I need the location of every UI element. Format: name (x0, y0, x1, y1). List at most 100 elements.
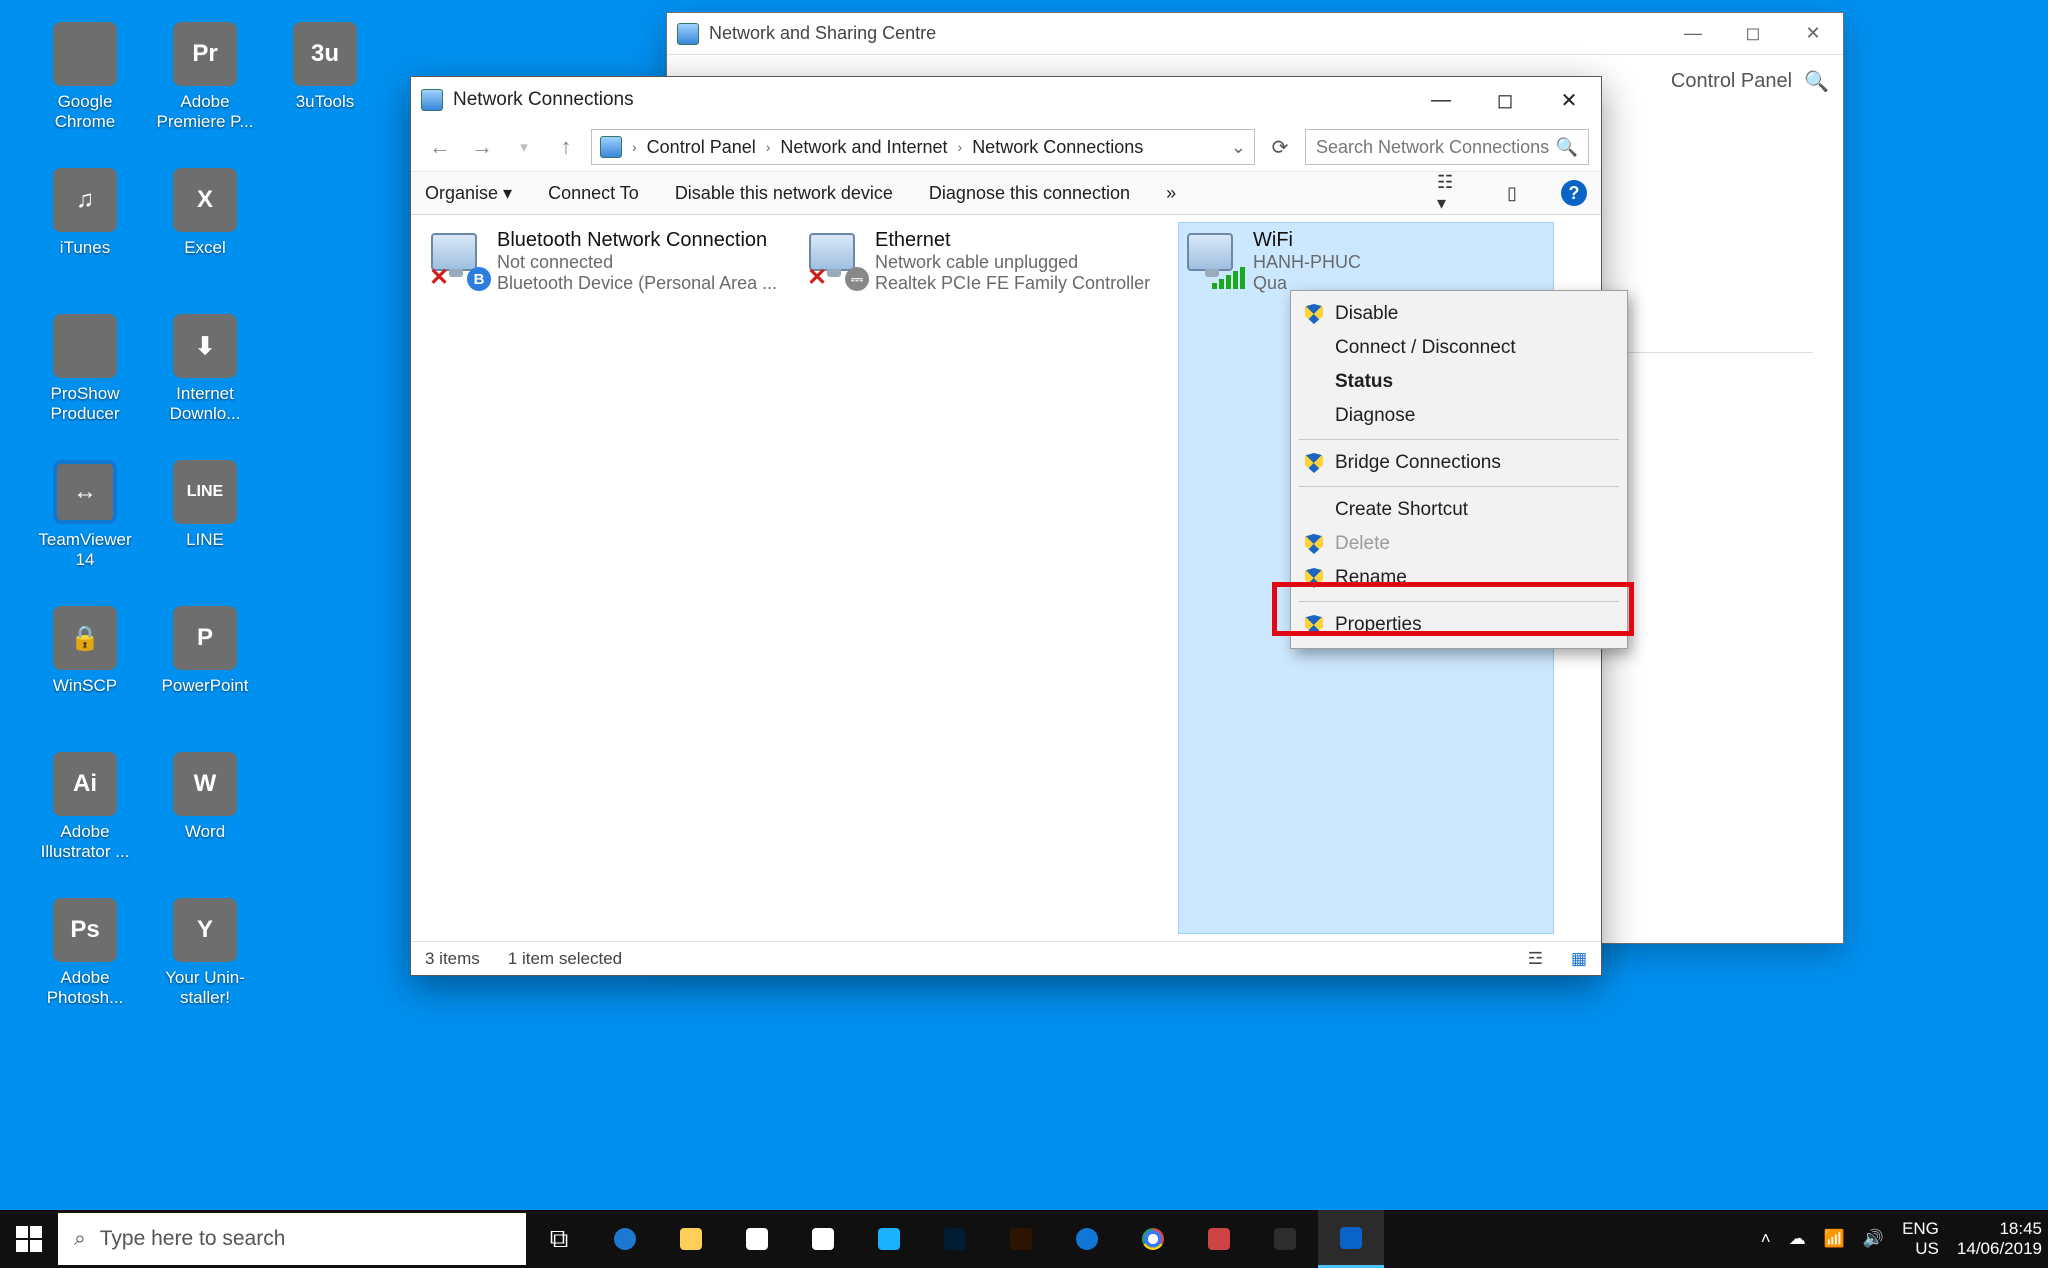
cmd-icon (1274, 1228, 1296, 1250)
taskbar-app-controlpanel[interactable] (1318, 1210, 1384, 1268)
menu-item-status[interactable]: Status (1293, 365, 1625, 399)
connect-to-button[interactable]: Connect To (548, 183, 639, 204)
shield-icon (1305, 304, 1323, 324)
search-icon[interactable]: 🔍 (1556, 137, 1578, 158)
desktop-icon-winscp[interactable]: 🔒WinSCP (30, 606, 140, 696)
maximize-button[interactable]: ◻ (1473, 77, 1537, 123)
desktop-icon-illustrator[interactable]: Ai Adobe Illustrator ... (30, 752, 140, 863)
breadcrumb-seg[interactable]: Network Connections (972, 137, 1143, 158)
tray-clock[interactable]: 18:45 14/06/2019 (1957, 1219, 2042, 1258)
titlebar: Network and Sharing Centre — ◻ ✕ (667, 13, 1843, 55)
ns-icon (677, 23, 699, 45)
desktop-icon-proshow[interactable]: ProShow Producer (30, 314, 140, 425)
tray-language[interactable]: ENG US (1902, 1219, 1939, 1258)
preview-pane-button[interactable]: ▯ (1499, 180, 1525, 206)
shield-icon (1305, 615, 1323, 635)
connection-icon (1185, 229, 1245, 289)
search-placeholder: Type here to search (100, 1227, 286, 1251)
desktop-icon-photoshop[interactable]: PsAdobe Photosh... (30, 898, 140, 1009)
context-menu: Disable Connect / Disconnect Status Diag… (1290, 290, 1628, 649)
menu-item-create-shortcut[interactable]: Create Shortcut (1293, 493, 1625, 527)
bluetooth-icon: B (467, 267, 491, 291)
close-button[interactable]: ✕ (1537, 77, 1601, 123)
help-button[interactable]: ? (1561, 180, 1587, 206)
start-button[interactable] (0, 1210, 58, 1268)
path-dropdown-button[interactable]: ⌄ (1231, 137, 1246, 158)
breadcrumb-seg[interactable]: Network and Internet (780, 137, 947, 158)
disconnected-icon: ✕ (429, 269, 449, 289)
nav-forward-button[interactable]: → (465, 130, 499, 164)
icon-label: LINE (186, 530, 224, 550)
desktop-icon-idm[interactable]: ⬇Internet Downlo... (150, 314, 260, 425)
desktop-icon-itunes[interactable]: ♫iTunes (30, 168, 140, 258)
organise-menu[interactable]: Organise ▾ (425, 183, 512, 204)
menu-item-diagnose[interactable]: Diagnose (1293, 399, 1625, 433)
desktop-icon-premiere[interactable]: PrAdobe Premiere P... (150, 22, 260, 133)
menu-item-rename[interactable]: Rename (1293, 561, 1625, 595)
nav-back-button[interactable]: ← (423, 130, 457, 164)
connection-item-bluetooth[interactable]: ✕ B Bluetooth Network Connection Not con… (423, 223, 797, 933)
desktop-icon-excel[interactable]: XExcel (150, 168, 260, 258)
taskbar-app-illustrator[interactable] (988, 1210, 1054, 1268)
details-view-button[interactable]: ☲ (1528, 949, 1543, 969)
titlebar[interactable]: Network Connections — ◻ ✕ (411, 77, 1601, 123)
desktop-icon-word[interactable]: WWord (150, 752, 260, 842)
task-view-button[interactable]: ⧉ (526, 1210, 592, 1268)
minimize-button[interactable]: — (1409, 77, 1473, 123)
teamviewer-icon (1076, 1228, 1098, 1250)
taskbar-app-mail[interactable] (790, 1210, 856, 1268)
connection-item-ethernet[interactable]: ✕ ⎓ Ethernet Network cable unplugged Rea… (801, 223, 1175, 933)
desktop-icon-line[interactable]: LINELINE (150, 460, 260, 550)
window-title: Network and Sharing Centre (709, 23, 936, 44)
icon-label: Adobe Illustrator ... (30, 822, 140, 863)
maximize-button[interactable]: ◻ (1723, 13, 1783, 55)
nav-up-button[interactable]: ↑ (549, 130, 583, 164)
taskbar-search[interactable]: ⌕ Type here to search (58, 1213, 526, 1265)
taskbar-app-snagit[interactable] (1186, 1210, 1252, 1268)
menu-item-delete: Delete (1293, 527, 1625, 561)
tray-overflow-button[interactable]: ˄ (1761, 1229, 1771, 1249)
taskbar-app-cmd[interactable] (1252, 1210, 1318, 1268)
taskbar-app-store[interactable] (724, 1210, 790, 1268)
premiere-icon: Pr (173, 22, 237, 86)
view-options-button[interactable]: ☷ ▾ (1437, 180, 1463, 206)
taskbar-app-explorer[interactable] (658, 1210, 724, 1268)
taskbar-app-photoshop[interactable] (922, 1210, 988, 1268)
tray-volume-icon[interactable]: 🔊 (1863, 1229, 1884, 1249)
teamviewer-icon: ↔ (53, 460, 117, 524)
illustrator-icon: Ai (53, 752, 117, 816)
tray-onedrive-icon[interactable]: ☁ (1789, 1229, 1806, 1249)
diagnose-button[interactable]: Diagnose this connection (929, 183, 1130, 204)
windows-icon (16, 1226, 42, 1252)
disable-device-button[interactable]: Disable this network device (675, 183, 893, 204)
tray-network-icon[interactable]: 📶 (1824, 1229, 1845, 1249)
menu-item-disable[interactable]: Disable (1293, 297, 1625, 331)
photoshop-icon: Ps (53, 898, 117, 962)
desktop-icon-teamviewer[interactable]: ↔TeamViewer 14 (30, 460, 140, 571)
menu-separator (1299, 486, 1619, 487)
minimize-button[interactable]: — (1663, 13, 1723, 55)
icons-view-button[interactable]: ▦ (1571, 949, 1587, 969)
taskbar-app-edge[interactable] (592, 1210, 658, 1268)
breadcrumb-seg[interactable]: Control Panel (647, 137, 756, 158)
search-box[interactable]: Search Network Connections 🔍 (1305, 129, 1589, 165)
menu-item-connect-disconnect[interactable]: Connect / Disconnect (1293, 331, 1625, 365)
store-icon (746, 1228, 768, 1250)
search-icon[interactable]: 🔍 (1804, 69, 1829, 94)
taskbar-app-chrome[interactable] (1120, 1210, 1186, 1268)
desktop-icon-chrome[interactable]: Google Chrome (30, 22, 140, 133)
desktop-icon-powerpoint[interactable]: PPowerPoint (150, 606, 260, 696)
menu-item-bridge[interactable]: Bridge Connections (1293, 446, 1625, 480)
icon-label: Your Unin-staller! (150, 968, 260, 1009)
desktop-icon-uninstaller[interactable]: YYour Unin-staller! (150, 898, 260, 1009)
nav-recent-button[interactable]: ▾ (507, 130, 541, 164)
more-commands-button[interactable]: » (1166, 183, 1176, 204)
chrome-icon (1142, 1228, 1164, 1250)
taskbar-app-video[interactable] (856, 1210, 922, 1268)
refresh-button[interactable]: ⟳ (1263, 130, 1297, 164)
close-button[interactable]: ✕ (1783, 13, 1843, 55)
desktop-icon-3utools[interactable]: 3u3uTools (270, 22, 380, 112)
taskbar-app-teamviewer[interactable] (1054, 1210, 1120, 1268)
menu-item-properties[interactable]: Properties (1293, 608, 1625, 642)
breadcrumb[interactable]: › Control Panel › Network and Internet ›… (591, 129, 1255, 165)
